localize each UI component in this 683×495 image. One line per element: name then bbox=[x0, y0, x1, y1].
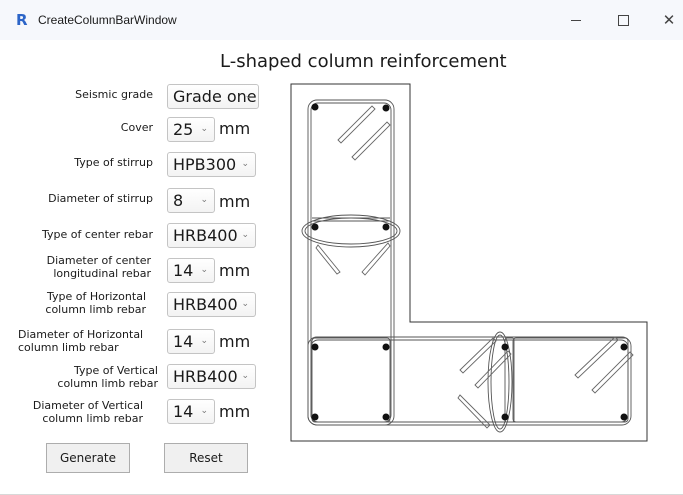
rebar-dot bbox=[382, 413, 390, 421]
reinforcement-drawing bbox=[290, 83, 648, 442]
center-stirrup bbox=[311, 337, 391, 423]
rebar-dot bbox=[620, 413, 628, 421]
column-outline bbox=[290, 83, 648, 442]
hook-horizontal-2 bbox=[457, 394, 491, 429]
hook-right-1 bbox=[574, 336, 619, 379]
rebar-dot bbox=[382, 223, 390, 231]
tie-ellipse-vertical bbox=[301, 214, 401, 248]
rebar-dot bbox=[311, 413, 319, 421]
rebar-dot bbox=[382, 104, 390, 112]
rebar-dot bbox=[311, 223, 319, 231]
rebar-dot bbox=[311, 343, 319, 351]
hook-horizontal-1 bbox=[459, 337, 497, 374]
rebar-dot bbox=[620, 343, 628, 351]
rebar-dot bbox=[311, 103, 319, 111]
create-column-bar-window: R CreateColumnBarWindow ✕ L-shaped colum… bbox=[0, 0, 683, 495]
vertical-limb-stirrup bbox=[307, 99, 395, 426]
horizontal-limb-stirrup bbox=[307, 336, 632, 426]
rebar-dot bbox=[501, 413, 509, 421]
rebar-dot bbox=[382, 343, 390, 351]
hook-top bbox=[337, 105, 376, 144]
rebar-dot bbox=[501, 343, 509, 351]
hook-middle bbox=[315, 244, 341, 275]
